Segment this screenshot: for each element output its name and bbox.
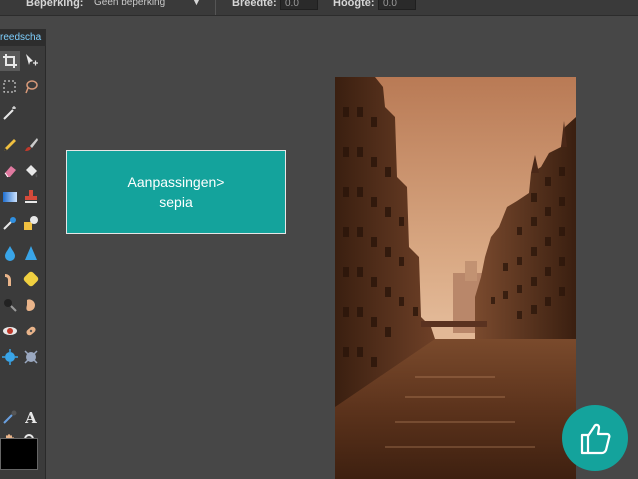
callout-line-2: sepia	[159, 194, 193, 210]
callout-line-1: Aanpassingen>	[127, 174, 225, 190]
shape-icon[interactable]	[21, 213, 41, 233]
wand-icon[interactable]	[0, 103, 20, 123]
image-canvas[interactable]	[335, 77, 576, 479]
drop-icon[interactable]	[0, 243, 20, 263]
width-label: Breedte:	[232, 0, 277, 9]
eraser-icon[interactable]	[0, 161, 20, 181]
primary-color-swatch[interactable]	[0, 438, 38, 470]
sponge-icon[interactable]	[21, 269, 41, 289]
svg-text:A: A	[24, 409, 37, 425]
thumbs-up-icon	[580, 423, 611, 455]
height-input[interactable]: 0.0	[378, 0, 416, 10]
toolbox-panel: reedscha A	[0, 29, 46, 479]
instruction-callout: Aanpassingen> sepia	[66, 150, 286, 234]
brush-icon[interactable]	[21, 135, 41, 155]
height-label: Hoogte:	[333, 0, 375, 9]
bucket-icon[interactable]	[21, 161, 41, 181]
pencil-icon[interactable]	[0, 135, 20, 155]
move-icon[interactable]	[21, 51, 41, 71]
sepia-canal-photo	[335, 77, 576, 479]
pinch-icon[interactable]	[21, 347, 41, 367]
crop-icon[interactable]	[0, 51, 20, 71]
dodge-icon[interactable]	[21, 295, 41, 315]
options-bar: Beperking: Geen beperking ▼ Breedte: 0.0…	[0, 0, 638, 16]
type-icon[interactable]: A	[21, 407, 41, 427]
constraint-label: Beperking:	[26, 0, 84, 9]
thumbs-up-badge	[562, 405, 628, 471]
separator	[215, 0, 216, 15]
gradient-icon[interactable]	[0, 187, 20, 207]
marquee-icon[interactable]	[0, 77, 20, 97]
constraint-dropdown[interactable]: Geen beperking	[90, 0, 186, 10]
width-input[interactable]: 0.0	[280, 0, 318, 10]
bloat-icon[interactable]	[0, 347, 20, 367]
stamp-icon[interactable]	[21, 187, 41, 207]
redeye-icon[interactable]	[0, 321, 20, 341]
lasso-icon[interactable]	[21, 77, 41, 97]
sharpen-icon[interactable]	[21, 243, 41, 263]
picker-icon[interactable]	[0, 407, 20, 427]
toolbox-title[interactable]: reedscha	[0, 29, 46, 46]
smudge-icon[interactable]	[0, 269, 20, 289]
color-replace-icon[interactable]	[0, 213, 20, 233]
spot-heal-icon[interactable]	[21, 321, 41, 341]
chevron-down-icon[interactable]: ▼	[192, 0, 201, 7]
burn-icon[interactable]	[0, 295, 20, 315]
